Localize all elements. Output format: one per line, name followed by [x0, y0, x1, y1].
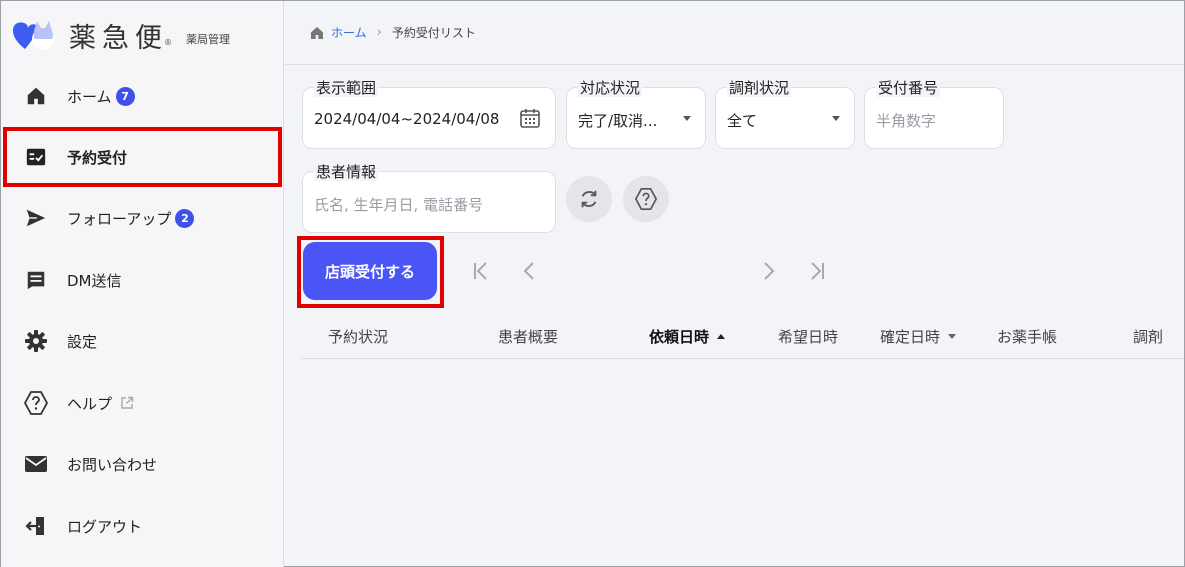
help-icon [634, 187, 658, 211]
date-range-field[interactable]: 表示範囲 2024/04/04~2024/04/08 [302, 79, 556, 149]
gear-icon [23, 328, 49, 354]
sidebar: 薬急便 ® 薬局管理 ホーム 7 予約受付 フォローアップ 2 DM送信 設定 … [1, 1, 284, 567]
caret-down-icon [683, 116, 691, 121]
sidebar-item-dm[interactable]: DM送信 [1, 250, 284, 310]
status-select[interactable]: 対応状況 完了/取消... [566, 79, 706, 149]
column-label: 依頼日時 [649, 328, 710, 346]
chevron-right-icon: › [376, 25, 382, 40]
sidebar-item-label: DM送信 [67, 271, 122, 290]
previous-page-button[interactable] [517, 259, 541, 283]
column-reservation-status[interactable]: 予約状況 [328, 326, 388, 347]
column-desired-datetime[interactable]: 希望日時 [778, 326, 838, 347]
sidebar-item-label: 設定 [67, 332, 98, 351]
help-icon [23, 390, 49, 416]
field-label: 患者情報 [314, 163, 379, 181]
column-request-datetime[interactable]: 依頼日時 [649, 326, 726, 347]
field-placeholder: 氏名, 生年月日, 電話番号 [314, 196, 484, 214]
first-page-button[interactable] [469, 259, 493, 283]
column-label: 確定日時 [880, 328, 941, 346]
calendar-icon[interactable] [519, 107, 541, 129]
field-value: 全て [727, 112, 758, 130]
sidebar-item-label: 予約受付 [67, 148, 128, 167]
sidebar-item-followup[interactable]: フォローアップ 2 [1, 188, 284, 248]
field-label: 表示範囲 [314, 79, 379, 97]
table-header: 予約状況 患者概要 依頼日時 希望日時 確定日時 お薬手帳 調剤 [301, 313, 1184, 359]
help-button[interactable] [623, 176, 669, 222]
sidebar-item-home[interactable]: ホーム 7 [1, 66, 284, 126]
field-label: 調剤状況 [727, 79, 792, 97]
app-logo[interactable]: 薬急便 ® 薬局管理 [11, 15, 230, 55]
column-medication-notebook[interactable]: お薬手帳 [997, 326, 1057, 347]
caret-down-icon [832, 116, 840, 121]
sidebar-item-reservation[interactable]: 予約受付 [1, 127, 284, 187]
logo-subtitle: 薬局管理 [186, 33, 230, 46]
sidebar-item-settings[interactable]: 設定 [1, 311, 284, 371]
patient-info-input[interactable]: 患者情報 氏名, 生年月日, 電話番号 [302, 163, 556, 233]
last-page-button[interactable] [805, 259, 829, 283]
breadcrumb: ホーム › 予約受付リスト [285, 1, 1184, 65]
field-label: 受付番号 [876, 79, 941, 97]
sidebar-item-label: ログアウト [67, 517, 143, 536]
column-dispensing[interactable]: 調剤 [1133, 326, 1163, 347]
sidebar-item-logout[interactable]: ログアウト [1, 496, 284, 556]
refresh-icon [578, 188, 600, 210]
home-icon [23, 83, 49, 109]
column-confirmed-datetime[interactable]: 確定日時 [880, 326, 957, 347]
external-link-icon [120, 396, 134, 410]
reception-number-input[interactable]: 受付番号 半角数字 [864, 79, 1004, 149]
main-content: ホーム › 予約受付リスト 表示範囲 2024/04/04~2024/04/08… [285, 1, 1184, 567]
message-icon [23, 267, 49, 293]
logo-mark-icon [11, 17, 57, 53]
sidebar-item-label: ホーム [67, 87, 112, 106]
next-page-button[interactable] [757, 259, 781, 283]
last-page-icon [808, 261, 826, 281]
logout-icon [23, 513, 49, 539]
sort-ascending-icon [717, 334, 726, 339]
logo-registered: ® [164, 38, 172, 47]
notification-badge: 7 [115, 86, 135, 106]
store-reception-button[interactable]: 店頭受付する [303, 242, 437, 300]
chevron-left-icon [522, 261, 536, 281]
send-icon [23, 205, 49, 231]
refresh-button[interactable] [566, 176, 612, 222]
field-label: 対応状況 [578, 79, 643, 97]
breadcrumb-current: 予約受付リスト [391, 26, 476, 40]
field-value: 完了/取消... [578, 112, 658, 130]
breadcrumb-home-link[interactable]: ホーム [331, 24, 367, 41]
sidebar-item-label: お問い合わせ [67, 455, 158, 474]
field-value: 2024/04/04~2024/04/08 [314, 110, 500, 128]
reservation-list-icon [23, 144, 49, 170]
mail-icon [23, 451, 49, 477]
field-placeholder: 半角数字 [876, 112, 937, 130]
sidebar-item-label: ヘルプ [67, 394, 113, 413]
notification-badge: 2 [175, 208, 195, 228]
sidebar-item-help[interactable]: ヘルプ [1, 373, 284, 433]
sidebar-item-contact[interactable]: お問い合わせ [1, 434, 284, 494]
first-page-icon [472, 261, 490, 281]
home-icon[interactable] [309, 25, 325, 41]
column-patient-summary[interactable]: 患者概要 [498, 326, 558, 347]
sidebar-item-label: フォローアップ [67, 209, 172, 228]
chevron-right-icon [762, 261, 776, 281]
sort-descending-icon [948, 334, 957, 339]
logo-text: 薬急便 [69, 22, 168, 54]
dispense-status-select[interactable]: 調剤状況 全て [715, 79, 855, 149]
